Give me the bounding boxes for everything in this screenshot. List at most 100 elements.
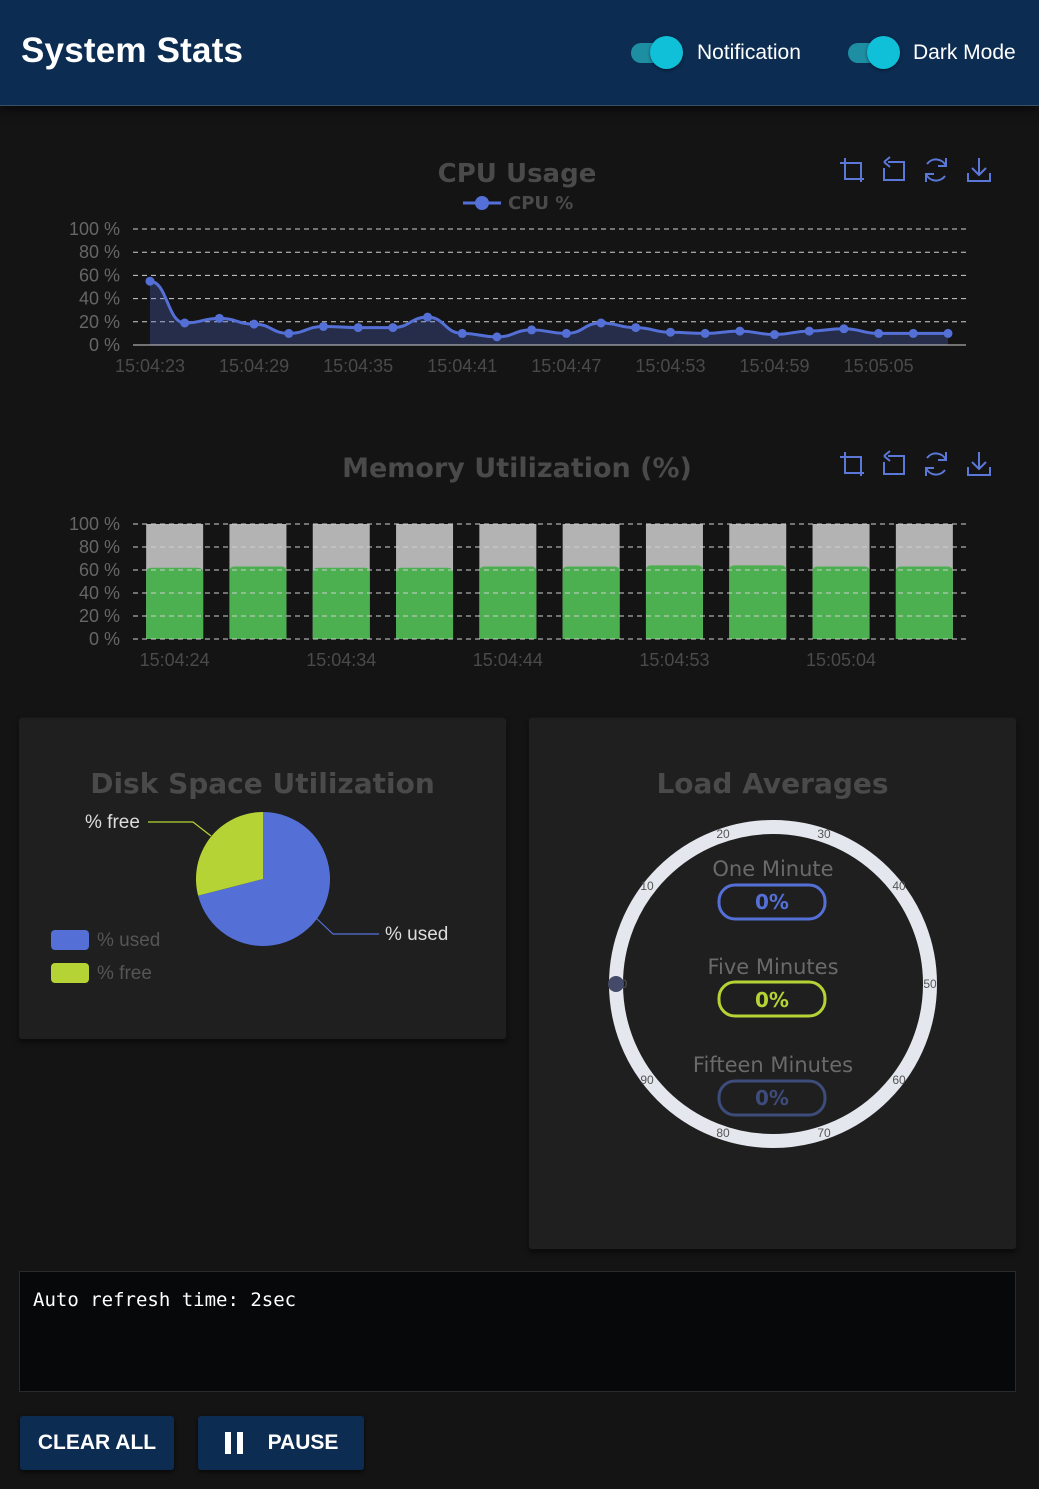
pie-slices	[196, 812, 330, 946]
x-tick-label: 15:04:53	[635, 356, 705, 376]
gauge-tick: 30	[817, 827, 831, 841]
memory-bar[interactable]	[396, 567, 454, 639]
memory-toolbox	[840, 450, 991, 476]
cpu-point[interactable]	[665, 327, 675, 337]
cpu-point[interactable]	[318, 321, 328, 331]
memory-bar[interactable]	[312, 567, 370, 639]
memory-bars	[146, 524, 953, 639]
cpu-point[interactable]	[631, 323, 641, 333]
pause-button[interactable]: PAUSE	[198, 1416, 364, 1470]
cpu-point[interactable]	[908, 328, 918, 338]
cpu-point[interactable]	[874, 328, 884, 338]
y-tick-label: 100 %	[69, 219, 120, 239]
restore-zoom-icon[interactable]	[883, 156, 905, 181]
log-output[interactable]: Auto refresh time: 2sec	[19, 1271, 1016, 1392]
cpu-point[interactable]	[214, 313, 224, 323]
cpu-point[interactable]	[804, 326, 814, 336]
zoom-icon[interactable]	[840, 452, 864, 476]
memory-bar[interactable]	[229, 566, 287, 639]
memory-bar[interactable]	[812, 566, 870, 639]
cpu-point[interactable]	[943, 328, 953, 338]
cpu-y-axis: 100 % 80 % 60 % 40 % 20 % 0 %	[69, 219, 120, 355]
y-tick-label: 100 %	[69, 514, 120, 534]
cpu-point[interactable]	[180, 318, 190, 328]
memory-bar[interactable]	[645, 565, 703, 639]
gauge-pointer	[608, 976, 624, 992]
zoom-icon[interactable]	[840, 158, 864, 182]
y-tick-label: 80 %	[79, 242, 120, 262]
pie-label-free: % free	[85, 812, 140, 833]
gauge-tick: 50	[923, 977, 937, 991]
disk-legend: % used % free	[51, 930, 160, 984]
x-tick-label: 15:04:44	[473, 650, 543, 670]
x-tick-label: 15:04:29	[219, 356, 289, 376]
memory-bar[interactable]	[895, 566, 953, 639]
x-tick-label: 15:04:53	[639, 650, 709, 670]
cpu-point[interactable]	[492, 332, 502, 342]
cpu-point[interactable]	[353, 323, 363, 333]
cpu-point[interactable]	[596, 318, 606, 328]
dark-mode-toggle[interactable]	[846, 36, 902, 70]
cpu-area	[150, 281, 948, 345]
cpu-point[interactable]	[770, 330, 780, 340]
refresh-icon[interactable]	[925, 452, 947, 476]
toggle-thumb	[867, 36, 900, 69]
y-tick-label: 20 %	[79, 606, 120, 626]
x-tick-label: 15:04:23	[115, 356, 185, 376]
download-icon[interactable]	[967, 158, 991, 182]
cpu-x-axis: 15:04:23 15:04:29 15:04:35 15:04:41 15:04:47…	[115, 356, 914, 376]
memory-bar[interactable]	[562, 566, 620, 639]
refresh-icon[interactable]	[925, 158, 947, 182]
memory-bar[interactable]	[729, 565, 787, 639]
gauge-tick: 70	[817, 1126, 831, 1140]
gauge-tick: 40	[892, 879, 906, 893]
memory-bar[interactable]	[146, 567, 204, 639]
legend-swatch-used[interactable]	[51, 930, 89, 950]
y-tick-label: 60 %	[79, 265, 120, 285]
cpu-point[interactable]	[423, 312, 433, 322]
gauge-tick: 90	[640, 1073, 654, 1087]
cpu-point[interactable]	[457, 328, 467, 338]
y-tick-label: 80 %	[79, 537, 120, 557]
cpu-point[interactable]	[700, 328, 710, 338]
gauge-tick: 10	[640, 879, 654, 893]
cpu-point[interactable]	[527, 325, 537, 335]
memory-utilization-chart: Memory Utilization (%) 100 % 80 % 60 % 40 %…	[69, 450, 991, 670]
notification-toggle[interactable]	[629, 36, 685, 70]
y-tick-label: 20 %	[79, 312, 120, 332]
cpu-point[interactable]	[735, 326, 745, 336]
gauge-tick: 80	[716, 1126, 730, 1140]
cpu-legend[interactable]: CPU %	[463, 193, 573, 214]
memory-y-axis: 100 % 80 % 60 % 40 % 20 % 0 %	[69, 514, 120, 649]
memory-chart-title: Memory Utilization (%)	[342, 453, 692, 484]
five-minutes-value: 0%	[755, 988, 789, 1012]
cpu-point[interactable]	[388, 323, 398, 333]
cpu-point[interactable]	[839, 324, 849, 334]
x-tick-label: 15:04:47	[531, 356, 601, 376]
legend-swatch-free[interactable]	[51, 963, 89, 983]
pie-label-used: % used	[385, 924, 448, 945]
y-tick-label: 60 %	[79, 560, 120, 580]
gauge-tick: 60	[892, 1073, 906, 1087]
clear-all-button[interactable]: CLEAR ALL	[20, 1416, 174, 1470]
cpu-point[interactable]	[145, 276, 155, 286]
app-title: System Stats	[21, 31, 244, 70]
one-minute-value: 0%	[755, 890, 789, 914]
disk-space-panel: Disk Space Utilization % used % free % f…	[19, 718, 506, 1039]
restore-zoom-icon[interactable]	[883, 450, 905, 475]
cpu-chart-title: CPU Usage	[438, 159, 597, 189]
cpu-point[interactable]	[561, 328, 571, 338]
cpu-point[interactable]	[249, 319, 259, 329]
x-tick-label: 15:04:34	[306, 650, 376, 670]
y-tick-label: 40 %	[79, 289, 120, 309]
legend-label-free: % free	[97, 963, 152, 984]
clear-all-label: CLEAR ALL	[37, 1431, 157, 1454]
y-tick-label: 0 %	[89, 335, 120, 355]
memory-bar[interactable]	[479, 566, 537, 639]
cpu-point[interactable]	[284, 328, 294, 338]
x-tick-label: 15:04:59	[739, 356, 809, 376]
cpu-line	[149, 279, 948, 339]
x-tick-label: 15:05:05	[844, 356, 914, 376]
fifteen-minutes-value: 0%	[755, 1086, 789, 1110]
download-icon[interactable]	[967, 452, 991, 476]
